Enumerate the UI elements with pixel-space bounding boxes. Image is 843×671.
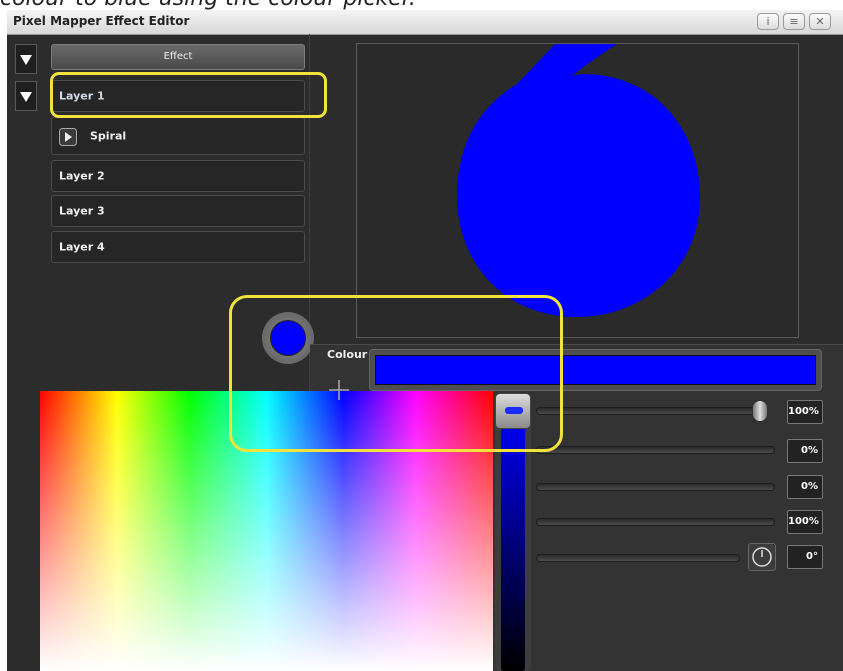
layer-item-4[interactable]: Layer 4 [51,231,305,263]
effect-header-button[interactable]: Effect [51,44,305,70]
highlight-colour-swatch [229,295,563,452]
slider-value-5[interactable]: 0° [787,545,823,569]
play-icon[interactable] [59,128,77,146]
effect-editor-window: Pixel Mapper Effect Editor i ≡ ✕ Effect … [7,10,843,671]
effect-collapse-button[interactable] [15,44,37,74]
title-bar: Pixel Mapper Effect Editor i ≡ ✕ [7,10,843,35]
effect-preview [356,42,799,338]
slider-track-5[interactable] [536,554,740,562]
layer-item-3[interactable]: Layer 3 [51,195,305,227]
triangle-down-icon [20,55,32,65]
layer1-collapse-button[interactable] [15,81,37,111]
slider-track-3[interactable] [536,483,775,491]
slider-value-2[interactable]: 0% [787,439,823,463]
slider-track-4[interactable] [536,518,775,526]
menu-icon[interactable]: ≡ [783,13,805,30]
spiral-preview-graphic [457,42,700,317]
layer-item-label: Layer 2 [59,169,105,183]
info-icon[interactable]: i [757,13,779,30]
layer-item-label: Layer 4 [59,240,105,254]
spiral-effect-item[interactable]: Spiral [51,117,305,155]
slider-track-1[interactable] [536,407,766,415]
slider-track-2[interactable] [536,446,775,454]
layer-item-2[interactable]: Layer 2 [51,160,305,192]
window-title: Pixel Mapper Effect Editor [13,14,190,28]
highlight-layer-1 [50,72,327,118]
close-icon[interactable]: ✕ [809,13,831,30]
triangle-down-icon [20,92,32,102]
slider-knob-1[interactable] [752,400,768,422]
spiral-label: Spiral [90,129,127,143]
clock-glyph [752,547,772,567]
clock-icon[interactable] [748,543,776,571]
slider-value-1[interactable]: 100% [787,400,823,424]
layer-item-label: Layer 3 [59,204,105,218]
slider-value-4[interactable]: 100% [787,510,823,534]
slider-value-3[interactable]: 0% [787,475,823,499]
